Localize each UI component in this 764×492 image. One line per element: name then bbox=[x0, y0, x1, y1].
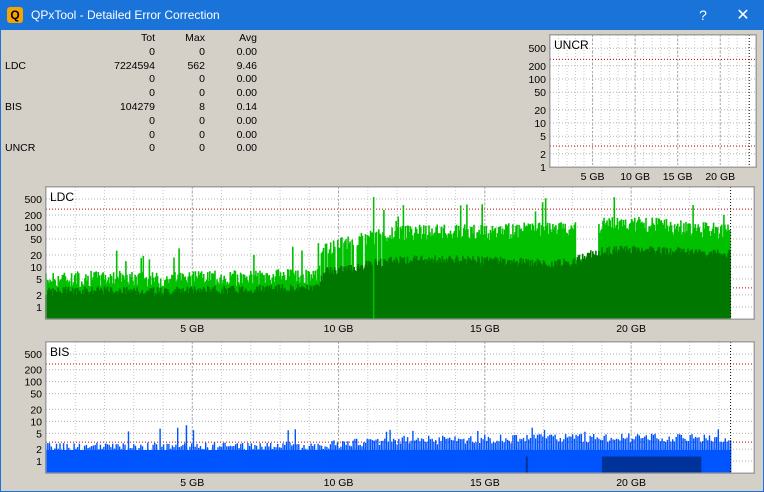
stats-row: 0 0 0.00 bbox=[3, 73, 265, 87]
title-bar[interactable]: Q QPxTool - Detailed Error Correction ? … bbox=[1, 1, 763, 30]
stats-cell: 0.00 bbox=[236, 128, 257, 141]
stats-cell: 0.00 bbox=[236, 45, 257, 58]
y-tick-label: 10 bbox=[30, 262, 42, 274]
y-tick-label: 10 bbox=[30, 416, 42, 428]
stats-cell: 0.00 bbox=[236, 73, 257, 86]
stats-cell: 7224594 bbox=[114, 59, 155, 72]
stats-header-row: Tot Max Avg bbox=[3, 32, 265, 46]
x-tick-label: 15 GB bbox=[663, 171, 693, 183]
x-tick-label: 15 GB bbox=[470, 323, 500, 335]
y-tick-label: 200 bbox=[24, 365, 42, 377]
x-tick-label: 10 GB bbox=[620, 171, 650, 183]
chart-title: UNCR bbox=[554, 38, 589, 52]
y-tick-label: 50 bbox=[534, 87, 546, 99]
stats-table: Tot Max Avg 0 0 0.00 LDC 7224594 562 9.46 0 0 0.00 0 0… bbox=[3, 32, 265, 156]
stats-header-cell: Max bbox=[185, 32, 205, 44]
x-tick-label: 20 GB bbox=[705, 171, 735, 183]
uncr-chart-panel: 500 200 100 50 20 10 5 2 1 5 GB 10 GB 15 GB 20 GB UNC… bbox=[528, 34, 757, 183]
stats-cell: 562 bbox=[187, 59, 205, 72]
y-tick-label: 2 bbox=[540, 149, 546, 161]
client-area: Tot Max Avg 0 0 0.00 LDC 7224594 562 9.46 0 0 0.00 0 0… bbox=[1, 30, 763, 491]
y-tick-label: 50 bbox=[30, 234, 42, 246]
stats-cell: 0 bbox=[149, 73, 155, 86]
window: Q QPxTool - Detailed Error Correction ? … bbox=[0, 0, 764, 492]
y-tick-label: 20 bbox=[30, 250, 42, 262]
stats-cell: 0 bbox=[199, 114, 205, 127]
stats-row: 0 0 0.00 bbox=[3, 46, 265, 60]
stats-row: 0 0 0.00 bbox=[3, 87, 265, 101]
stats-cell: 0 bbox=[149, 45, 155, 58]
bis-chart-panel: 500 200 100 50 20 10 5 2 1 5 GB 10 GB 15 GB 20 GB BIS bbox=[24, 341, 755, 489]
y-tick-label: 200 bbox=[24, 210, 42, 222]
y-tick-label: 5 bbox=[540, 131, 546, 143]
stats-cell: LDC bbox=[5, 59, 27, 72]
stats-cell: UNCR bbox=[5, 142, 36, 155]
x-tick-label: 10 GB bbox=[324, 477, 354, 489]
window-title: QPxTool - Detailed Error Correction bbox=[31, 8, 220, 22]
stats-cell: 104279 bbox=[119, 100, 155, 113]
y-tick-label: 2 bbox=[36, 290, 42, 302]
stats-cell: 0.00 bbox=[236, 87, 257, 100]
stats-cell: 0 bbox=[199, 142, 205, 155]
stats-cell: 0 bbox=[199, 128, 205, 141]
stats-cell: 0 bbox=[199, 45, 205, 58]
y-tick-label: 5 bbox=[36, 274, 42, 286]
x-tick-label: 10 GB bbox=[324, 323, 354, 335]
stats-header-cell: Avg bbox=[239, 32, 257, 44]
stats-cell: 0 bbox=[149, 142, 155, 155]
stats-cell: 0 bbox=[149, 114, 155, 127]
bis-chart: 5002001005020105215 GB 10 GB 15 GB 20 GBBIS bbox=[24, 341, 755, 489]
y-tick-label: 100 bbox=[24, 222, 42, 234]
x-tick-label: 15 GB bbox=[470, 477, 500, 489]
stats-row: UNCR 0 0 0.00 bbox=[3, 142, 265, 156]
qpxtool-app-icon: Q bbox=[7, 7, 23, 23]
chart-title: LDC bbox=[50, 190, 74, 204]
y-tick-label: 1 bbox=[540, 162, 546, 174]
stats-cell: 0.14 bbox=[236, 100, 257, 113]
stats-cell: 8 bbox=[199, 100, 205, 113]
plot-area-border bbox=[549, 34, 757, 168]
ldc-chart-panel: 500 200 100 50 20 10 5 2 1 5 GB 10 GB 15 GB 20 GB LDC bbox=[24, 186, 755, 335]
y-tick-label: 10 bbox=[534, 118, 546, 130]
x-tick-label: 20 GB bbox=[616, 477, 646, 489]
bis-dark-band bbox=[601, 456, 702, 473]
y-tick-label: 500 bbox=[24, 349, 42, 361]
y-tick-label: 20 bbox=[30, 404, 42, 416]
x-tick-label: 5 GB bbox=[180, 323, 204, 335]
y-tick-label: 100 bbox=[24, 377, 42, 389]
stats-cell: 0 bbox=[199, 87, 205, 100]
stats-cell: BIS bbox=[5, 100, 22, 113]
help-button[interactable]: ? bbox=[683, 1, 723, 30]
y-tick-label: 20 bbox=[534, 105, 546, 117]
x-tick-label: 20 GB bbox=[616, 323, 646, 335]
x-tick-label: 5 GB bbox=[581, 171, 605, 183]
stats-row: BIS 104279 8 0.14 bbox=[3, 101, 265, 115]
ldc-chart: 5002001005020105215 GB 10 GB 15 GB 20 GBLDC bbox=[24, 186, 755, 335]
y-tick-label: 1 bbox=[36, 302, 42, 314]
uncr-chart: 5002001005020105215 GB 10 GB 15 GB 20 GBUNC… bbox=[528, 34, 757, 183]
y-tick-label: 500 bbox=[24, 194, 42, 206]
stats-cell: 0 bbox=[149, 128, 155, 141]
stats-row: LDC 7224594 562 9.46 bbox=[3, 60, 265, 74]
y-tick-label: 500 bbox=[528, 43, 546, 55]
y-tick-label: 2 bbox=[36, 444, 42, 456]
stats-cell: 0 bbox=[149, 87, 155, 100]
stats-row: 0 0 0.00 bbox=[3, 129, 265, 143]
stats-cell: 0.00 bbox=[236, 114, 257, 127]
y-tick-label: 50 bbox=[30, 389, 42, 401]
y-tick-label: 1 bbox=[36, 456, 42, 468]
bis-dark-mark bbox=[525, 456, 528, 473]
y-tick-label: 200 bbox=[528, 61, 546, 73]
stats-cell: 0 bbox=[199, 73, 205, 86]
y-tick-label: 5 bbox=[36, 428, 42, 440]
stats-cell: 9.46 bbox=[236, 59, 257, 72]
stats-cell: 0.00 bbox=[236, 142, 257, 155]
y-tick-label: 100 bbox=[528, 74, 546, 86]
close-button[interactable]: ✕ bbox=[723, 1, 763, 30]
stats-header-cell: Tot bbox=[140, 32, 155, 44]
stats-row: 0 0 0.00 bbox=[3, 115, 265, 129]
x-tick-label: 5 GB bbox=[180, 477, 204, 489]
chart-title: BIS bbox=[50, 345, 69, 359]
